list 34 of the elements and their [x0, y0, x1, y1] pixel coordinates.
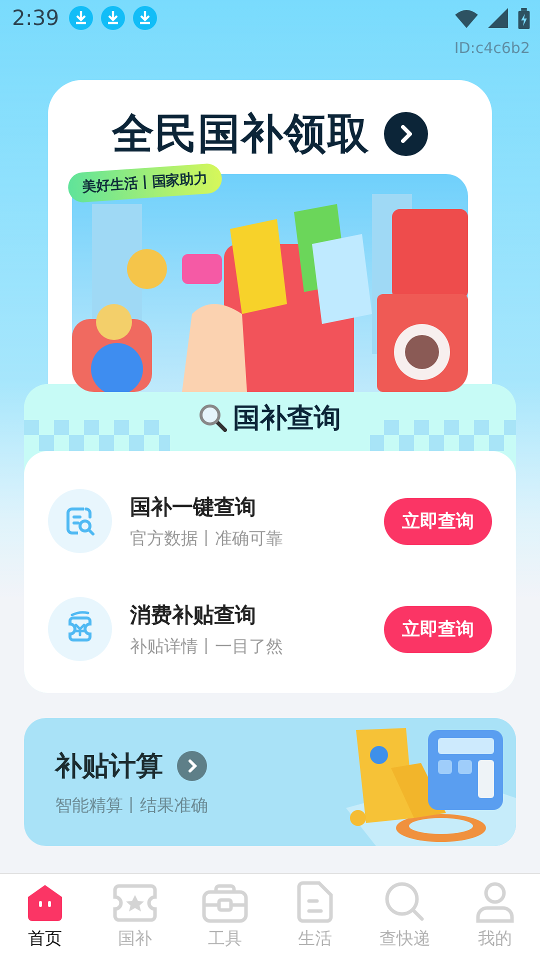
item-subtitle: 补贴详情丨一目了然: [130, 636, 284, 658]
tab[interactable]: 国补: [90, 874, 180, 960]
download-icon: [101, 6, 126, 30]
calc-subtitle: 智能精算丨结果准确: [55, 794, 209, 816]
tab[interactable]: 工具: [180, 874, 270, 960]
id-label: ID:c4c6b2: [454, 39, 530, 57]
download-icon: [69, 6, 94, 30]
tab[interactable]: 生活: [270, 874, 360, 960]
wifi-icon: [455, 8, 478, 28]
battery-icon: [518, 8, 530, 28]
calc-title: 补贴计算: [55, 750, 163, 784]
document-search-icon: [48, 489, 112, 553]
section-title: 国补查询: [233, 402, 341, 436]
toolbox-icon: [202, 883, 248, 923]
item-title: 国补一键查询: [130, 494, 257, 520]
item-subtitle: 官方数据丨准确可靠: [130, 528, 284, 550]
magnifier-icon: [199, 404, 227, 432]
tab[interactable]: 首页: [0, 874, 90, 960]
download-icon: [133, 6, 158, 30]
document-icon: [297, 881, 333, 923]
promo-title: 全民国补领取: [112, 108, 370, 160]
signal-icon: [488, 8, 508, 28]
person-icon: [475, 881, 515, 923]
tab[interactable]: 查快递: [360, 874, 450, 960]
clock: 2:39: [12, 6, 60, 30]
ticket-icon: [113, 883, 157, 923]
query-button[interactable]: 立即查询: [384, 606, 492, 652]
tab[interactable]: 我的: [450, 874, 540, 960]
ticket-icon: [48, 597, 112, 661]
query-button[interactable]: 立即查询: [384, 498, 492, 544]
house-icon: [25, 883, 65, 923]
search-icon: [384, 881, 426, 923]
item-title: 消费补贴查询: [130, 602, 257, 628]
calc-card[interactable]: 补贴计算 智能精算丨结果准确: [24, 718, 516, 846]
